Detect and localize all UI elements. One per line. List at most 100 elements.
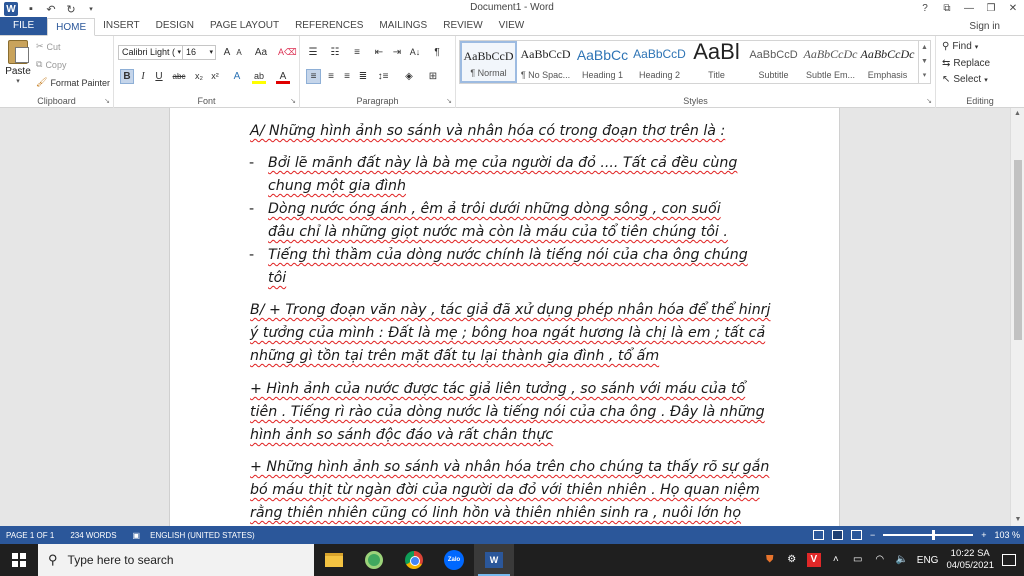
tab-view[interactable]: VIEW <box>491 17 533 35</box>
clock[interactable]: 10:22 SA 04/05/2021 <box>946 548 994 572</box>
proofing-icon[interactable]: ▣ <box>133 531 141 540</box>
style-heading-2[interactable]: AaBbCcD Heading 2 <box>631 41 688 83</box>
replace-button[interactable]: ⇆ Replace <box>942 58 990 69</box>
style-subtitle[interactable]: AaBbCcD Subtitle <box>745 41 802 83</box>
scroll-down-icon[interactable]: ▼ <box>1011 514 1024 526</box>
antivirus-icon[interactable]: V <box>806 553 821 567</box>
multilevel-list-icon[interactable]: ≡ <box>350 45 364 60</box>
styles-launcher-icon[interactable]: ↘ <box>926 97 932 105</box>
select-button[interactable]: ↖ Select ▾ <box>942 74 988 85</box>
chrome-app[interactable] <box>394 544 434 576</box>
style-no-spacing[interactable]: AaBbCcD ¶ No Spac... <box>517 41 574 83</box>
tab-review[interactable]: REVIEW <box>435 17 490 35</box>
font-color-button[interactable]: A <box>276 69 290 84</box>
numbering-icon[interactable]: ☷ <box>328 45 342 60</box>
sign-in-link[interactable]: Sign in <box>969 21 1000 32</box>
wifi-icon[interactable]: ◠ <box>873 553 887 567</box>
font-launcher-icon[interactable]: ↘ <box>290 97 296 105</box>
notification-icon[interactable] <box>1002 554 1016 566</box>
list-item[interactable]: - Bởi lẽ mãnh đất này là bà mẹ của người… <box>249 152 768 198</box>
start-button[interactable] <box>0 544 38 576</box>
copy-button[interactable]: ⧉ Copy <box>36 59 66 70</box>
show-marks-button[interactable]: ¶ <box>430 45 444 60</box>
zoom-slider-knob[interactable] <box>932 530 936 540</box>
clipboard-launcher-icon[interactable]: ↘ <box>104 97 110 105</box>
format-painter-button[interactable]: 🖌 Format Painter <box>36 77 110 88</box>
restore-button[interactable]: ❐ <box>980 0 1002 18</box>
tab-references[interactable]: REFERENCES <box>287 17 371 35</box>
document-page[interactable]: A/ Những hình ảnh so sánh và nhân hóa có… <box>169 108 840 526</box>
paste-button[interactable]: Paste ▾ <box>4 40 32 85</box>
underline-button[interactable]: U <box>152 69 166 84</box>
list-item[interactable]: - Tiếng thì thầm của dòng nước chính là … <box>249 244 768 290</box>
bold-button[interactable]: B <box>120 69 134 84</box>
list-item[interactable]: - Dòng nước óng ánh , êm ả trôi dưới nhữ… <box>249 198 768 244</box>
decrease-indent-icon[interactable]: ⇤ <box>372 45 386 60</box>
scroll-up-icon[interactable]: ▲ <box>1011 108 1024 120</box>
font-name-box[interactable]: Calibri Light (▾ <box>118 45 184 60</box>
tab-mailings[interactable]: MAILINGS <box>371 17 435 35</box>
text-effects-button[interactable]: A <box>230 69 244 84</box>
style-emphasis[interactable]: AaBbCcDc Emphasis <box>859 41 916 83</box>
scroll-thumb[interactable] <box>1014 160 1022 340</box>
gear-icon[interactable]: ⚙ <box>785 553 799 567</box>
superscript-button[interactable]: x² <box>208 69 222 84</box>
close-button[interactable]: ✕ <box>1002 0 1024 18</box>
redo-icon[interactable]: ↻ <box>64 3 78 16</box>
italic-button[interactable]: I <box>136 69 150 84</box>
page-count[interactable]: PAGE 1 OF 1 <box>6 531 54 540</box>
paragraph-d[interactable]: + Những hình ảnh so sánh và nhân hóa trê… <box>250 456 770 525</box>
tab-file[interactable]: FILE <box>0 17 48 35</box>
paragraph-a[interactable]: A/ Những hình ảnh so sánh và nhân hóa có… <box>250 120 770 143</box>
paragraph-b[interactable]: B/ + Trong đoạn văn này , tác giả đã xử … <box>250 299 770 368</box>
zoom-level[interactable]: 103 % <box>994 530 1020 540</box>
align-center-icon[interactable]: ≡ <box>324 69 338 84</box>
strikethrough-button[interactable]: abc <box>172 69 186 84</box>
help-button[interactable]: ? <box>914 0 936 18</box>
change-case-button[interactable]: Aa <box>254 45 268 60</box>
cut-button[interactable]: ✂ Cut <box>36 41 61 52</box>
font-size-box[interactable]: 16 ▾ <box>182 45 216 60</box>
find-button[interactable]: ⚲ Find ▾ <box>942 41 978 52</box>
highlight-button[interactable]: ab <box>252 69 266 84</box>
style-subtle-emphasis[interactable]: AaBbCcDc Subtle Em... <box>802 41 859 83</box>
green-app[interactable] <box>354 544 394 576</box>
shrink-font-button[interactable]: A <box>232 45 246 60</box>
print-layout-icon[interactable] <box>831 530 843 540</box>
web-layout-icon[interactable] <box>850 530 862 540</box>
clear-formatting-icon[interactable]: A⌫ <box>278 45 297 60</box>
align-left-icon[interactable]: ≡ <box>306 69 321 84</box>
chevron-up-icon[interactable]: ˄ <box>829 553 843 567</box>
tab-insert[interactable]: INSERT <box>95 17 148 35</box>
vertical-scrollbar[interactable]: ▲ ▼ <box>1010 108 1024 526</box>
undo-icon[interactable]: ↶ <box>44 3 58 16</box>
ribbon-display-button[interactable]: ⧉ <box>936 0 958 18</box>
word-app-icon[interactable]: W <box>4 2 18 16</box>
chevron-up-icon[interactable]: ▲ <box>919 41 930 55</box>
justify-icon[interactable]: ≣ <box>356 69 370 84</box>
file-explorer-app[interactable] <box>314 544 354 576</box>
styles-scroll[interactable]: ▲ ▼ ▾ <box>919 40 931 84</box>
language-indicator[interactable]: ENG <box>917 555 939 566</box>
customize-qat-icon[interactable]: ▾ <box>84 5 98 13</box>
tab-page-layout[interactable]: PAGE LAYOUT <box>202 17 287 35</box>
network-icon[interactable]: ▭ <box>851 553 865 567</box>
paragraph-c[interactable]: + Hình ảnh của nước được tác giả liên tư… <box>250 378 770 447</box>
zalo-app[interactable]: Zalo <box>434 544 474 576</box>
zoom-out-button[interactable]: − <box>870 530 875 540</box>
style-normal[interactable]: AaBbCcD ¶ Normal <box>460 41 517 83</box>
word-app[interactable]: W <box>474 544 514 576</box>
more-styles-icon[interactable]: ▾ <box>919 69 930 83</box>
word-count[interactable]: 234 WORDS <box>70 531 116 540</box>
style-title[interactable]: AaBl Title <box>688 39 745 83</box>
tab-home[interactable]: HOME <box>47 18 96 36</box>
align-right-icon[interactable]: ≡ <box>340 69 354 84</box>
paragraph-launcher-icon[interactable]: ↘ <box>446 97 452 105</box>
zoom-slider[interactable] <box>883 530 974 540</box>
volume-icon[interactable]: 🔈 <box>895 553 909 567</box>
shading-icon[interactable]: ◈ <box>402 69 416 84</box>
tab-design[interactable]: DESIGN <box>148 17 202 35</box>
bullets-icon[interactable]: ☰ <box>306 45 320 60</box>
taskbar-search[interactable]: ⚲ Type here to search <box>38 544 314 576</box>
paste-dropdown-icon[interactable]: ▾ <box>4 77 32 85</box>
